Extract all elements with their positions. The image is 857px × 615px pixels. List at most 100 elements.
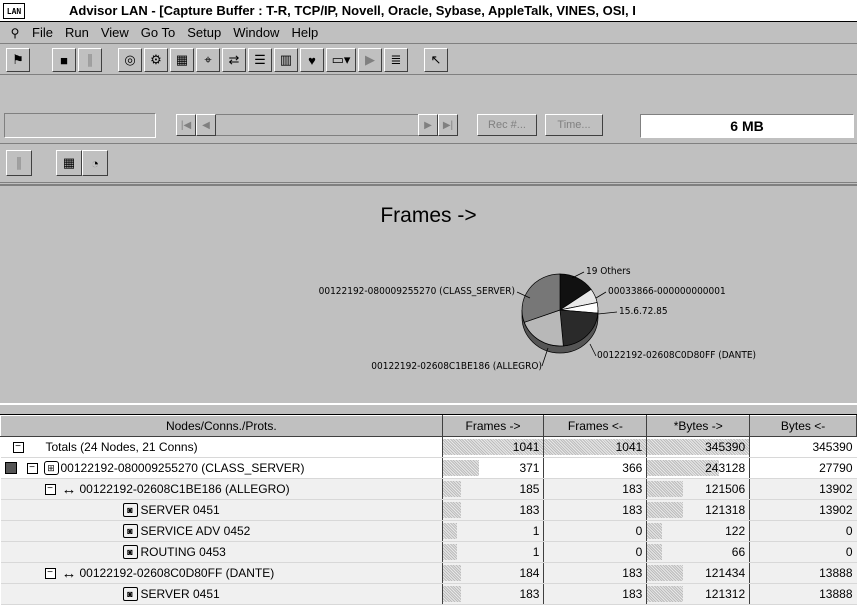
pointer-icon[interactable]: ↖ xyxy=(424,48,448,72)
play-icon[interactable]: ▶ xyxy=(358,48,382,72)
pie-slice-label: 00122192-02608C0D80FF (DANTE) xyxy=(597,350,756,361)
list-icon[interactable]: ≣ xyxy=(384,48,408,72)
alarms-icon[interactable]: ♥ xyxy=(300,48,324,72)
pie-slice[interactable] xyxy=(559,309,599,347)
table-row[interactable]: − ↔ 00122192-02608C0D80FF (DANTE) 184 183 121… xyxy=(0,562,857,584)
row-name-cell: ◙ SERVICE ADV 0452 xyxy=(0,520,443,542)
table-view-icon[interactable]: ▦ xyxy=(56,150,82,176)
row-value: 185 xyxy=(519,482,540,496)
table-row[interactable]: − ⊞ 00122192-080009255270 (CLASS_SERVER) 37… xyxy=(0,457,857,479)
system-menu-icon[interactable]: ⚲ xyxy=(4,26,26,40)
row-value-cell: 0 xyxy=(543,541,647,563)
value-bar xyxy=(442,544,457,560)
row-value: 183 xyxy=(622,566,643,580)
filter-icon[interactable]: ⚙ xyxy=(144,48,168,72)
table-row[interactable]: ◙ ROUTING 0453 1 0 66 0 xyxy=(0,541,857,563)
row-value: 1041 xyxy=(512,440,540,454)
row-value: 183 xyxy=(622,503,643,517)
color-swatch xyxy=(4,462,17,474)
value-bar xyxy=(647,502,683,518)
pane-splitter[interactable] xyxy=(0,406,857,415)
menu-run[interactable]: Run xyxy=(59,25,95,40)
filter-field[interactable] xyxy=(4,113,156,138)
scroll-track[interactable] xyxy=(216,114,418,136)
value-bar xyxy=(647,586,683,602)
column-header-bytes-in[interactable]: Bytes <- xyxy=(749,415,857,437)
time-button[interactable]: Time... xyxy=(545,114,603,136)
row-value-cell: 184 xyxy=(441,562,544,584)
row-value: 345390 xyxy=(705,440,746,454)
node-icon: ⊞ xyxy=(43,461,59,475)
table-row[interactable]: ◙ SERVICE ADV 0452 1 0 122 0 xyxy=(0,520,857,542)
collapse-icon[interactable]: − xyxy=(26,462,38,474)
pause-icon[interactable]: ∥ xyxy=(78,48,102,72)
pie-leader-line xyxy=(589,343,597,357)
split-view-icon[interactable]: ∥ xyxy=(6,150,32,176)
row-value: 366 xyxy=(622,461,643,475)
collapse-icon[interactable]: − xyxy=(12,441,24,453)
menu-view[interactable]: View xyxy=(95,25,135,40)
network-icon[interactable]: ▦ xyxy=(170,48,194,72)
rec-button[interactable]: Rec #... xyxy=(477,114,537,136)
app-icon[interactable]: LAN xyxy=(3,2,25,19)
column-header-name[interactable]: Nodes/Conns./Prots. xyxy=(0,415,443,437)
nodes-icon[interactable]: ⌖ xyxy=(196,48,220,72)
pie-slice-label: 00122192-02608C1BE186 (ALLEGRO) xyxy=(371,361,542,372)
next-record-icon[interactable]: ▶ xyxy=(418,114,438,136)
value-bar xyxy=(647,544,662,560)
table-row[interactable]: − Totals (24 Nodes, 21 Conns) 1041 1041 3453… xyxy=(0,436,857,458)
menu-file[interactable]: File xyxy=(26,25,59,40)
value-bar xyxy=(647,565,683,581)
run-icon[interactable]: ⚑ xyxy=(6,48,30,72)
row-value: 121318 xyxy=(705,503,746,517)
protocols-icon[interactable]: ☰ xyxy=(248,48,272,72)
protocol-icon: ◙ xyxy=(122,587,138,601)
last-record-icon[interactable]: ▶| xyxy=(438,114,458,136)
menu-window[interactable]: Window xyxy=(227,25,285,40)
first-record-icon[interactable]: |◀ xyxy=(176,114,196,136)
row-value-cell: 13888 xyxy=(749,562,857,584)
table-row[interactable]: ◙ SERVER 0451 183 183 121318 13902 xyxy=(0,499,857,521)
table-row[interactable]: − ↔ 00122192-02608C1BE186 (ALLEGRO) 185 183 1… xyxy=(0,478,857,500)
row-label: 00122192-02608C0D80FF (DANTE) xyxy=(79,566,275,580)
row-value-cell: 345390 xyxy=(646,436,750,458)
value-bar xyxy=(647,523,662,539)
main-toolbar: ⚑ ■ ∥ ◎ ⚙ ▦ ⌖ ⇄ ☰ ▥ ♥ ▭▾ ▶ ≣ ↖ xyxy=(0,45,857,75)
row-value-cell: 243128 xyxy=(646,457,750,479)
table-row[interactable]: ◙ SERVER 0451 183 183 121312 13888 xyxy=(0,583,857,605)
prev-record-icon[interactable]: ◀ xyxy=(196,114,216,136)
column-header-frames-out[interactable]: Frames -> xyxy=(441,415,545,437)
row-value: 243128 xyxy=(705,461,746,475)
value-bar xyxy=(442,586,461,602)
stats-icon[interactable]: ▥ xyxy=(274,48,298,72)
row-value-cell: 185 xyxy=(441,478,544,500)
menu-bar: ⚲ File Run View Go To Setup Window Help xyxy=(0,22,857,44)
column-header-bytes-out[interactable]: *Bytes -> xyxy=(646,415,751,437)
row-value-cell: 183 xyxy=(441,499,544,521)
row-value-cell: 121312 xyxy=(646,583,750,605)
collapse-icon[interactable]: − xyxy=(44,567,56,579)
record-scrollbar[interactable]: |◀ ◀ ▶ ▶| xyxy=(176,114,458,136)
row-value-cell: 13888 xyxy=(749,583,857,605)
row-label: SERVICE ADV 0452 xyxy=(140,524,251,538)
stop-icon[interactable]: ■ xyxy=(52,48,76,72)
row-value-cell: 1 xyxy=(441,520,544,542)
collapse-icon[interactable]: − xyxy=(44,483,56,495)
row-value-cell: 183 xyxy=(543,583,647,605)
row-value: 0 xyxy=(845,524,853,538)
value-bar xyxy=(442,502,461,518)
row-value: 121312 xyxy=(705,587,746,601)
nodes-grid: Nodes/Conns./Prots. Frames -> Frames <- … xyxy=(0,415,857,615)
capture-icon[interactable]: ◎ xyxy=(118,48,142,72)
pie-view-icon[interactable]: ◔ xyxy=(82,150,108,176)
dropdown-icon[interactable]: ▭▾ xyxy=(326,48,356,72)
row-value: 1 xyxy=(532,524,540,538)
connections-icon[interactable]: ⇄ xyxy=(222,48,246,72)
row-label: Totals (24 Nodes, 21 Conns) xyxy=(45,440,198,454)
menu-goto[interactable]: Go To xyxy=(135,25,181,40)
menu-setup[interactable]: Setup xyxy=(181,25,227,40)
row-value: 13902 xyxy=(819,482,853,496)
row-value: 183 xyxy=(622,587,643,601)
column-header-frames-in[interactable]: Frames <- xyxy=(543,415,648,437)
menu-help[interactable]: Help xyxy=(285,25,324,40)
